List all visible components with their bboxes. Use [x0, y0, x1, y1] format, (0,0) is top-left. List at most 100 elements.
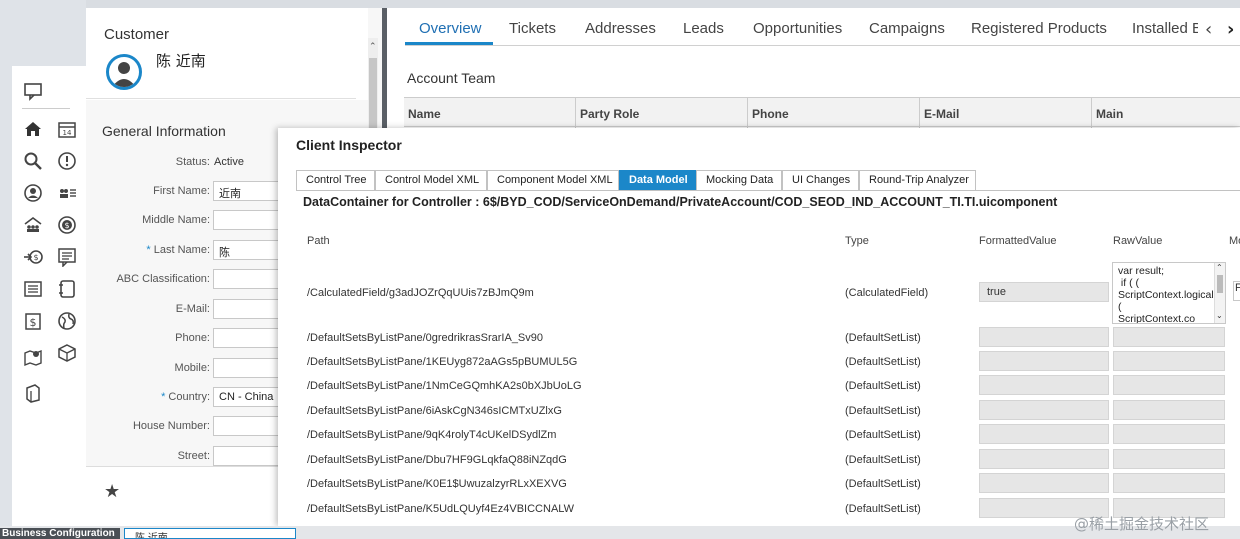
row-path[interactable]: /DefaultSetsByListPane/K5UdLQUyf4Ez4VBIC… [307, 503, 574, 515]
raw-value-field[interactable] [1113, 473, 1225, 493]
inspector-tab-control-model-xml[interactable]: Control Model XML [375, 170, 487, 191]
scroll-up-icon[interactable]: ⌃ [369, 42, 377, 52]
money-icon[interactable]: $ [56, 214, 78, 236]
raw-value-textarea[interactable]: var result; if ( ( ScriptContext.logical… [1112, 262, 1226, 324]
account-team-col-name[interactable]: Name [408, 107, 441, 121]
formatted-value-field[interactable]: true [979, 282, 1109, 302]
column-header-type[interactable]: Type [845, 235, 869, 247]
account-team-col-e-mail[interactable]: E-Mail [924, 107, 959, 121]
row-path[interactable]: /DefaultSetsByListPane/6iAskCgN346sICMTx… [307, 405, 562, 417]
field-input[interactable]: 陈 [213, 240, 283, 260]
row-path[interactable]: /DefaultSetsByListPane/0gredrikrasSrarIA… [307, 332, 543, 344]
field-input[interactable] [213, 210, 283, 230]
column-header-mo[interactable]: Mo [1229, 235, 1240, 247]
dollar-doc-icon[interactable]: $ [22, 310, 44, 332]
column-header-rawvalue[interactable]: RawValue [1113, 235, 1162, 247]
tab-prev-icon[interactable]: ‹ [1205, 19, 1212, 40]
row-type: (DefaultSetList) [845, 332, 921, 344]
raw-value-field[interactable] [1113, 351, 1225, 371]
field-input[interactable] [213, 328, 283, 348]
tab-tickets[interactable]: Tickets [509, 20, 556, 37]
tab-installed-b[interactable]: Installed B [1132, 20, 1198, 37]
tab-addresses[interactable]: Addresses [585, 20, 656, 37]
account-team-col-party-role[interactable]: Party Role [580, 107, 639, 121]
group-list-icon[interactable] [56, 182, 78, 204]
column-header-formattedvalue[interactable]: FormattedValue [979, 235, 1056, 247]
list-icon[interactable] [22, 278, 44, 300]
raw-value-field[interactable] [1113, 424, 1225, 444]
field-input[interactable] [213, 446, 283, 466]
taskbar-item-business-configuration[interactable]: Business Configuration [0, 528, 120, 539]
row-path[interactable]: /CalculatedField/g3adJOZrQqUUis7zBJmQ9m [307, 287, 534, 299]
formatted-value-field[interactable] [979, 327, 1109, 347]
raw-value-field[interactable] [1113, 327, 1225, 347]
field-label-text: Mobile: [174, 362, 210, 374]
formatted-value-field[interactable] [979, 400, 1109, 420]
book-icon[interactable] [22, 382, 44, 404]
row-type: (DefaultSetList) [845, 503, 921, 515]
field-input[interactable] [213, 299, 283, 319]
account-team-col-main[interactable]: Main [1096, 107, 1123, 121]
transfer-money-icon[interactable]: $ [22, 246, 44, 268]
tab-registered-products[interactable]: Registered Products [971, 20, 1107, 37]
raw-scroll-up-icon[interactable]: ⌃ [1216, 263, 1223, 272]
calendar-icon[interactable]: 14 [56, 118, 78, 140]
field-input[interactable] [213, 358, 283, 378]
raw-value-field[interactable] [1113, 400, 1225, 420]
formatted-value-field[interactable] [979, 351, 1109, 371]
field-input[interactable] [213, 416, 283, 436]
formatted-value-field[interactable] [979, 424, 1109, 444]
left-icon-rail: 14 $ $ $ [0, 0, 86, 539]
account-team-col-phone[interactable]: Phone [752, 107, 789, 121]
inspector-tab-control-tree[interactable]: Control Tree [296, 170, 375, 191]
inspector-tab-round-trip-analyzer[interactable]: Round-Trip Analyzer [859, 170, 976, 191]
svg-text:$: $ [33, 253, 38, 262]
row-path[interactable]: /DefaultSetsByListPane/K0E1$UwuzalzyrRLx… [307, 478, 567, 490]
customer-scrollbar-thumb[interactable] [369, 58, 377, 138]
field-label: ABC Classification: [86, 273, 210, 285]
home-icon[interactable] [22, 118, 44, 140]
globe-icon[interactable] [56, 310, 78, 332]
formatted-value-field[interactable] [979, 473, 1109, 493]
field-input[interactable] [213, 269, 283, 289]
favorite-star-icon[interactable]: ★ [104, 481, 120, 502]
tab-next-icon[interactable]: › [1227, 19, 1234, 40]
document-icon[interactable] [56, 278, 78, 300]
raw-scroll-thumb[interactable] [1217, 275, 1223, 293]
tab-opportunities[interactable]: Opportunities [753, 20, 842, 37]
box-icon[interactable] [56, 342, 78, 364]
field-label-text: ABC Classification: [116, 273, 210, 285]
tab-campaigns[interactable]: Campaigns [869, 20, 945, 37]
inspector-tab-ui-changes[interactable]: UI Changes [782, 170, 859, 191]
formatted-value-field[interactable] [979, 449, 1109, 469]
alert-icon[interactable] [56, 150, 78, 172]
field-input[interactable]: 近南 [213, 181, 283, 201]
raw-value-field[interactable] [1113, 375, 1225, 395]
field-input[interactable]: CN - China [213, 387, 283, 407]
row-path[interactable]: /DefaultSetsByListPane/1KEUyg872aAGs5pBU… [307, 356, 577, 368]
comment-money-icon[interactable] [56, 246, 78, 268]
taskbar-item-customer[interactable]: 陈 近南 [124, 528, 296, 539]
inspector-tab-mocking-data[interactable]: Mocking Data [696, 170, 782, 191]
tab-overview[interactable]: Overview [419, 20, 482, 37]
formatted-value-field[interactable] [979, 375, 1109, 395]
raw-value-scrollbar[interactable]: ⌃ ⌄ [1214, 263, 1225, 323]
person-icon[interactable] [22, 182, 44, 204]
column-header-path[interactable]: Path [307, 235, 330, 247]
inspector-tab-data-model[interactable]: Data Model [619, 170, 696, 191]
raw-scroll-down-icon[interactable]: ⌄ [1216, 311, 1223, 320]
mo-partial-field[interactable]: F [1233, 281, 1240, 301]
row-path[interactable]: /DefaultSetsByListPane/1NmCeGQmhKA2s0bXJ… [307, 380, 582, 392]
row-path[interactable]: /DefaultSetsByListPane/Dbu7HF9GLqkfaQ88i… [307, 454, 567, 466]
customer-header: Customer 陈 近南 [86, 8, 368, 100]
avatar[interactable] [106, 54, 142, 90]
chat-icon[interactable] [22, 80, 44, 102]
map-icon[interactable] [22, 346, 44, 368]
org-icon[interactable] [22, 214, 44, 236]
tab-leads[interactable]: Leads [683, 20, 724, 37]
inspector-tab-component-model-xml[interactable]: Component Model XML [487, 170, 619, 191]
row-path[interactable]: /DefaultSetsByListPane/9qK4rolyT4cUKelDS… [307, 429, 556, 441]
raw-value-field[interactable] [1113, 449, 1225, 469]
search-icon[interactable] [22, 150, 44, 172]
client-inspector-window: Client Inspector Control Tree Control Mod… [278, 128, 1240, 526]
